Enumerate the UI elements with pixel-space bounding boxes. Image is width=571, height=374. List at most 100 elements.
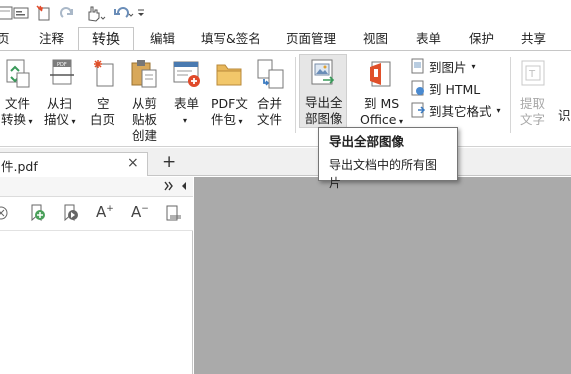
tab-page[interactable]: 页 bbox=[0, 27, 10, 51]
extract-text-label-2: 文字 bbox=[520, 112, 546, 127]
ocr-label: 识 bbox=[558, 108, 571, 123]
office-icon bbox=[367, 59, 393, 93]
svg-text:PDF: PDF bbox=[57, 62, 67, 68]
ribbon-separator bbox=[510, 57, 511, 133]
dropdown-arrow-icon: ▾ bbox=[471, 61, 476, 71]
to-other-format-label: 到其它格式 bbox=[429, 103, 492, 119]
panel-header bbox=[0, 177, 193, 197]
bookmark-goto-icon[interactable] bbox=[62, 204, 80, 225]
tab-page-management[interactable]: 页面管理 bbox=[286, 27, 336, 51]
ribbon-convert: 文件 转换 ▾ PDF 从扫 描仪 ▾ 空 白页 从剪 贴板 创建 表单 ▾ P… bbox=[0, 50, 571, 147]
extract-text-button[interactable]: T 提取 文字 bbox=[515, 55, 551, 127]
document-viewer-area[interactable] bbox=[194, 177, 571, 374]
tab-view[interactable]: 视图 bbox=[363, 27, 388, 51]
to-other-format-button[interactable]: 到其它格式 ▾ bbox=[410, 100, 501, 120]
dropdown-arrow-icon: ▾ bbox=[69, 117, 76, 126]
new-document-icon[interactable] bbox=[35, 3, 53, 23]
tooltip: 导出全部图像 导出文档中的所有图片 bbox=[318, 127, 458, 190]
increase-font-icon[interactable]: A+ bbox=[96, 203, 114, 221]
to-image-button[interactable]: 到图片 ▾ bbox=[410, 56, 476, 76]
collapse-panel-icon[interactable] bbox=[180, 180, 188, 195]
from-clipboard-label-1: 从剪 bbox=[132, 96, 158, 111]
tooltip-body: 导出文档中的所有图片 bbox=[329, 158, 438, 190]
to-image-icon bbox=[411, 58, 424, 74]
hand-tool-icon[interactable] bbox=[84, 3, 106, 23]
form-button[interactable]: 表单 ▾ bbox=[169, 55, 205, 127]
dropdown-arrow-icon: ▾ bbox=[236, 117, 243, 126]
new-tab-icon[interactable]: + bbox=[162, 152, 176, 172]
tab-protect[interactable]: 保护 bbox=[469, 27, 494, 51]
pdf-package-label-1: PDF文 bbox=[211, 96, 248, 111]
tab-share[interactable]: 共享 bbox=[521, 27, 546, 51]
export-images-label-2: 部图像 bbox=[305, 111, 343, 126]
pdf-package-button[interactable]: PDF文 件包 ▾ bbox=[209, 55, 249, 127]
panel-toolbar: A+ A− bbox=[0, 197, 193, 231]
combine-files-label-1: 合并 bbox=[257, 96, 283, 111]
navigation-panel: A+ A− bbox=[0, 177, 193, 374]
combine-files-button[interactable]: 合并 文件 bbox=[252, 55, 290, 127]
to-ms-office-label-1: 到 MS bbox=[364, 96, 400, 111]
delete-page-icon[interactable] bbox=[0, 205, 10, 224]
export-images-label-1: 导出全 bbox=[305, 95, 343, 110]
add-bookmark-icon[interactable] bbox=[29, 204, 47, 225]
blank-page-label-1: 空 bbox=[97, 96, 110, 111]
clipboard-icon bbox=[130, 59, 158, 93]
tab-fill-sign[interactable]: 填写&签名 bbox=[201, 27, 261, 51]
pdf-package-icon bbox=[215, 59, 243, 93]
close-icon[interactable]: × bbox=[127, 155, 139, 171]
export-all-images-button[interactable]: 导出全 部图像 bbox=[299, 54, 347, 128]
to-ms-office-button[interactable]: 到 MS Office ▾ bbox=[356, 55, 404, 127]
to-other-format-icon bbox=[411, 102, 426, 118]
from-clipboard-button[interactable]: 从剪 贴板 创建 bbox=[126, 55, 164, 145]
options-list-icon[interactable] bbox=[166, 205, 182, 224]
to-html-icon bbox=[411, 80, 424, 96]
blank-page-label-2: 白页 bbox=[90, 112, 116, 127]
file-convert-label-2-text: 转换 bbox=[1, 112, 27, 127]
file-convert-label-1: 文件 bbox=[5, 96, 31, 111]
dropdown-arrow-icon: ▾ bbox=[183, 116, 188, 125]
ribbon-tab-bar: 页 注释 转换 编辑 填写&签名 页面管理 视图 表单 保护 共享 bbox=[0, 27, 571, 52]
form-icon bbox=[172, 59, 202, 93]
combine-files-label-2: 文件 bbox=[257, 112, 283, 127]
expand-panel-icon[interactable] bbox=[164, 180, 174, 195]
file-convert-icon bbox=[5, 59, 31, 93]
dropdown-arrow-icon: ▾ bbox=[26, 117, 33, 126]
to-html-label: 到 HTML bbox=[429, 81, 481, 97]
tab-convert[interactable]: 转换 bbox=[78, 27, 134, 52]
blank-page-button[interactable]: 空 白页 bbox=[86, 55, 122, 127]
dropdown-arrow-icon: ▾ bbox=[496, 105, 501, 115]
decrease-font-icon[interactable]: A− bbox=[131, 203, 149, 221]
combine-files-icon bbox=[256, 59, 286, 93]
window-icon[interactable] bbox=[12, 3, 30, 23]
document-tab-label: 件.pdf bbox=[1, 159, 38, 174]
tab-form[interactable]: 表单 bbox=[416, 27, 441, 51]
from-clipboard-label-2: 贴板 bbox=[132, 112, 158, 127]
file-convert-label-2: 转换 ▾ bbox=[1, 112, 33, 130]
ribbon-separator bbox=[295, 57, 296, 133]
tooltip-title: 导出全部图像 bbox=[329, 134, 405, 149]
svg-text:T: T bbox=[528, 69, 536, 80]
customize-toolbar-icon[interactable] bbox=[136, 3, 146, 23]
pdf-package-label-2: 件包 ▾ bbox=[211, 112, 243, 130]
tab-comment[interactable]: 注释 bbox=[39, 27, 64, 51]
from-scanner-label-2-text: 描仪 bbox=[44, 112, 70, 127]
undo-icon[interactable] bbox=[112, 3, 134, 23]
from-scanner-label-1: 从扫 bbox=[47, 96, 73, 111]
ocr-button[interactable]: 识 bbox=[558, 108, 571, 124]
scanner-icon: PDF bbox=[49, 59, 75, 93]
document-tab-bar: 件.pdf × + bbox=[0, 148, 571, 176]
pdf-package-label-2-text: 件包 bbox=[211, 112, 237, 127]
redo-icon[interactable] bbox=[58, 3, 76, 23]
from-scanner-button[interactable]: PDF 从扫 描仪 ▾ bbox=[43, 55, 81, 127]
from-clipboard-label-3: 创建 bbox=[132, 128, 158, 143]
to-image-label: 到图片 bbox=[429, 59, 467, 75]
dropdown-arrow-icon: ▾ bbox=[396, 117, 404, 126]
extract-text-label-1: 提取 bbox=[520, 96, 546, 111]
document-tab[interactable]: 件.pdf × bbox=[0, 152, 148, 176]
extract-text-icon: T bbox=[519, 59, 547, 93]
to-html-button[interactable]: 到 HTML bbox=[410, 78, 480, 98]
blank-page-icon bbox=[91, 59, 117, 93]
file-convert-button[interactable]: 文件 转换 ▾ bbox=[0, 55, 38, 127]
from-scanner-label-2: 描仪 ▾ bbox=[44, 112, 76, 130]
tab-edit[interactable]: 编辑 bbox=[150, 27, 175, 51]
